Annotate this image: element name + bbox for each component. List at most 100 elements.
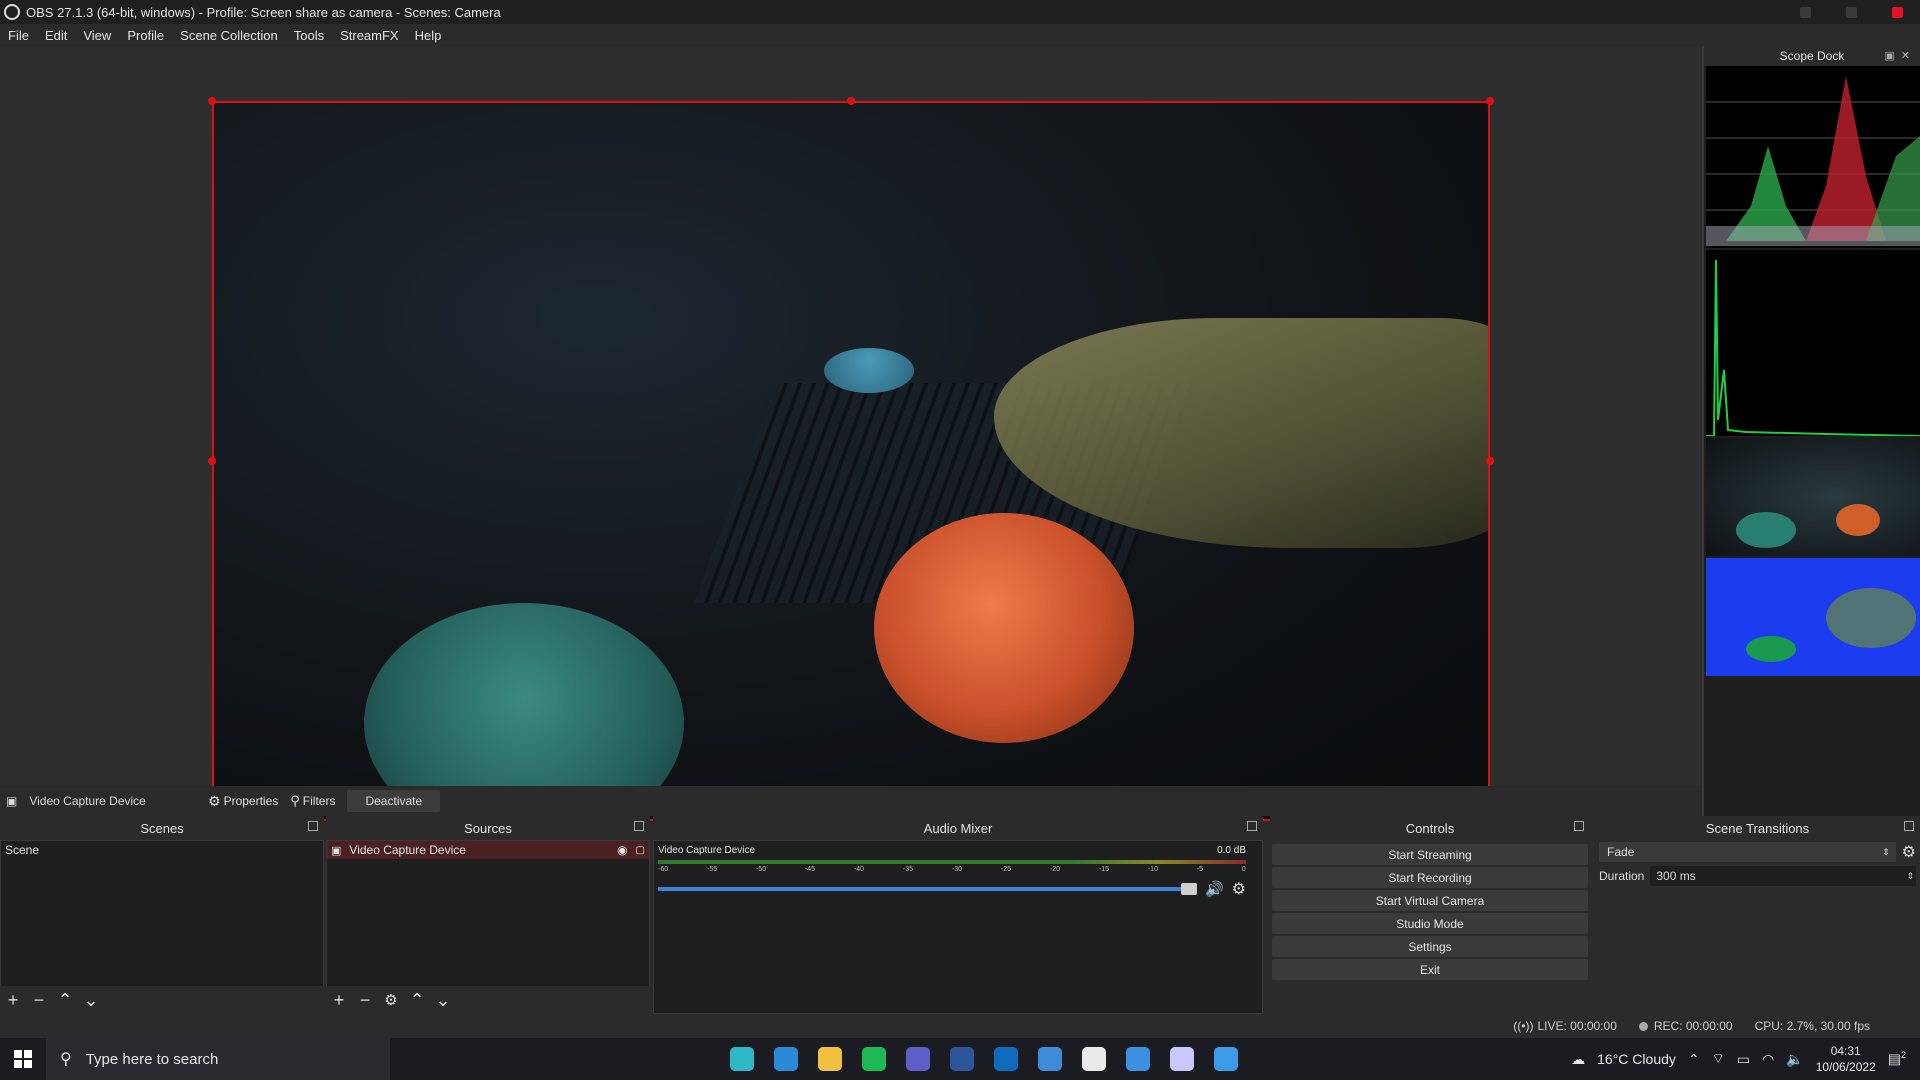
sources-title: Sources bbox=[464, 820, 512, 836]
start-streaming-button[interactable]: Start Streaming bbox=[1272, 844, 1588, 865]
record-icon bbox=[1638, 1022, 1648, 1032]
move-up-icon[interactable]: ⌃ bbox=[404, 989, 430, 1011]
add-icon[interactable]: + bbox=[0, 989, 26, 1011]
volume-slider-handle[interactable] bbox=[1180, 883, 1197, 895]
taskbar-app-obs[interactable] bbox=[1072, 1038, 1116, 1080]
close-icon bbox=[1891, 6, 1903, 18]
video-preview[interactable] bbox=[212, 101, 1490, 821]
duration-input[interactable]: 300 ms ⇕ bbox=[1650, 866, 1916, 886]
mixer-channel-db: 0.0 dB bbox=[1217, 845, 1246, 856]
edge-icon bbox=[730, 1047, 754, 1071]
taskbar-app-vscode[interactable] bbox=[764, 1038, 808, 1080]
gear-icon[interactable]: ⚙ bbox=[1902, 842, 1916, 862]
chevron-up-icon[interactable]: ⌃ bbox=[1688, 1051, 1700, 1068]
studio-mode-button[interactable]: Studio Mode bbox=[1272, 913, 1588, 934]
undock-icon[interactable] bbox=[1247, 821, 1257, 831]
menu-tools[interactable]: Tools bbox=[286, 28, 332, 43]
menu-view[interactable]: View bbox=[75, 28, 119, 43]
gear-icon: ⚙ bbox=[208, 792, 221, 809]
menu-scene-collection[interactable]: Scene Collection bbox=[172, 28, 286, 43]
taskbar-app-outlook[interactable] bbox=[984, 1038, 1028, 1080]
meter-tick: -25 bbox=[1000, 866, 1012, 873]
taskbar-app-edge[interactable] bbox=[720, 1038, 764, 1080]
wifi-icon[interactable]: ◠ bbox=[1762, 1051, 1774, 1068]
meter-tick: -40 bbox=[853, 866, 865, 873]
taskbar-search[interactable]: ⚲ Type here to search bbox=[46, 1038, 390, 1080]
volume-icon[interactable]: 🔈 bbox=[1786, 1051, 1803, 1068]
add-icon[interactable]: + bbox=[326, 989, 352, 1011]
transition-select[interactable]: Fade ⇕ bbox=[1599, 842, 1896, 862]
taskbar-app-teams[interactable] bbox=[896, 1038, 940, 1080]
undock-icon[interactable] bbox=[1574, 821, 1584, 831]
transform-handle[interactable] bbox=[208, 457, 216, 465]
move-down-icon[interactable]: ⌄ bbox=[430, 989, 456, 1011]
taskbar-app-spotify[interactable] bbox=[852, 1038, 896, 1080]
filters-button[interactable]: ⚲ Filters bbox=[284, 793, 341, 809]
camera-icon: ▣ bbox=[6, 794, 18, 808]
menu-help[interactable]: Help bbox=[407, 28, 450, 43]
status-bar: ((•)) LIVE: 00:00:00 REC: 00:00:00 CPU: 2… bbox=[0, 1014, 1920, 1038]
start-virtual-camera-button[interactable]: Start Virtual Camera bbox=[1272, 890, 1588, 911]
battery-icon[interactable]: ▭ bbox=[1737, 1051, 1750, 1068]
close-button[interactable] bbox=[1874, 0, 1920, 24]
network-icon[interactable]: ⌔ bbox=[1712, 1050, 1725, 1068]
app2-icon bbox=[1126, 1047, 1150, 1071]
weather-text[interactable]: 16°C Cloudy bbox=[1597, 1051, 1676, 1067]
eye-icon[interactable]: ◉ bbox=[617, 843, 627, 857]
menu-edit[interactable]: Edit bbox=[37, 28, 75, 43]
remove-icon[interactable]: − bbox=[352, 989, 378, 1011]
exit-button[interactable]: Exit bbox=[1272, 959, 1588, 980]
scene-item[interactable]: Scene bbox=[1, 841, 323, 859]
menu-profile[interactable]: Profile bbox=[119, 28, 172, 43]
notification-icon[interactable]: ▤2 bbox=[1888, 1050, 1906, 1068]
mixer-body: Video Capture Device 0.0 dB -60 -55 -50 -45… bbox=[653, 840, 1263, 1014]
move-down-icon[interactable]: ⌄ bbox=[78, 989, 104, 1011]
taskbar-app-file-explorer[interactable] bbox=[808, 1038, 852, 1080]
speaker-icon[interactable]: 🔊 bbox=[1205, 880, 1224, 898]
undock-icon[interactable] bbox=[634, 821, 644, 831]
remove-icon[interactable]: − bbox=[26, 989, 52, 1011]
source-item[interactable]: ▣ Video Capture Device ◉ ▢ bbox=[327, 841, 649, 859]
maximize-button[interactable] bbox=[1828, 0, 1874, 24]
clock-time: 04:31 bbox=[1830, 1044, 1861, 1058]
transform-handle[interactable] bbox=[1486, 97, 1494, 105]
settings-button[interactable]: Settings bbox=[1272, 936, 1588, 957]
lock-icon[interactable]: ▢ bbox=[636, 845, 645, 856]
false-color-scope bbox=[1706, 558, 1920, 676]
controls-dock: Controls Start Streaming Start Recording… bbox=[1270, 816, 1590, 1014]
taskbar-app-app3[interactable] bbox=[1160, 1038, 1204, 1080]
clock[interactable]: 04:31 10/06/2022 bbox=[1816, 1043, 1876, 1075]
gear-icon[interactable]: ⚙ bbox=[1232, 879, 1246, 899]
volume-slider[interactable] bbox=[658, 883, 1197, 895]
transform-handle[interactable] bbox=[847, 97, 855, 105]
taskbar-app-app[interactable] bbox=[1028, 1038, 1072, 1080]
start-button[interactable] bbox=[0, 1038, 46, 1080]
clock-date: 10/06/2022 bbox=[1815, 1060, 1876, 1074]
undock-icon[interactable] bbox=[308, 821, 318, 831]
histogram-scope bbox=[1706, 250, 1920, 437]
menu-streamfx[interactable]: StreamFX bbox=[332, 28, 407, 43]
volume-meter bbox=[658, 860, 1246, 864]
camera-icon: ▣ bbox=[331, 844, 342, 857]
spinner-icon[interactable]: ⇕ bbox=[1906, 871, 1914, 882]
transform-handle[interactable] bbox=[1486, 457, 1494, 465]
dock-float-close-icon[interactable]: ▣✕ bbox=[1884, 49, 1916, 62]
meter-tick: -10 bbox=[1147, 866, 1158, 873]
taskbar-app-word[interactable] bbox=[940, 1038, 984, 1080]
move-up-icon[interactable]: ⌃ bbox=[52, 989, 78, 1011]
minimize-button[interactable] bbox=[1782, 0, 1828, 24]
volume-row: 🔊 ⚙ bbox=[658, 879, 1246, 899]
deactivate-button[interactable]: Deactivate bbox=[347, 790, 441, 812]
vscode-icon bbox=[774, 1047, 798, 1071]
gear-icon[interactable]: ⚙ bbox=[378, 989, 404, 1011]
start-recording-button[interactable]: Start Recording bbox=[1272, 867, 1588, 888]
meter-tick: -50 bbox=[755, 866, 767, 873]
taskbar-app-app2[interactable] bbox=[1116, 1038, 1160, 1080]
taskbar-app-app4[interactable] bbox=[1204, 1038, 1248, 1080]
preview-area[interactable] bbox=[0, 46, 1702, 825]
properties-button[interactable]: ⚙ Properties bbox=[202, 793, 284, 810]
menu-file[interactable]: File bbox=[0, 28, 37, 43]
scope-thumbnail bbox=[1706, 438, 1920, 556]
transform-handle[interactable] bbox=[208, 97, 216, 105]
undock-icon[interactable] bbox=[1904, 821, 1914, 831]
